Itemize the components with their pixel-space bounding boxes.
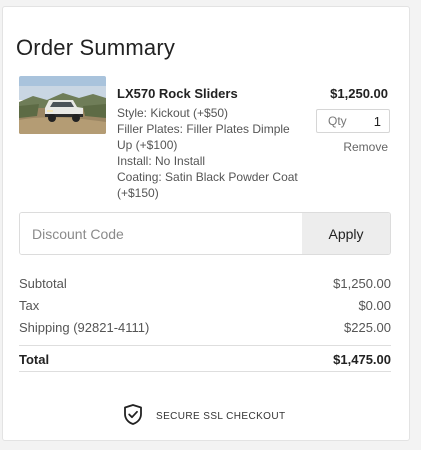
product-options: Style: Kickout (+$50) Filler Plates: Fil… [117,105,307,201]
subtotal-value: $1,250.00 [333,276,391,291]
secure-checkout-badge: SECURE SSL CHECKOUT [124,404,285,428]
option-coating: Coating: Satin Black Powder Coat (+$150) [117,170,298,200]
quantity-field[interactable]: Qty 1 [316,109,390,133]
tax-row: Tax $0.00 [19,298,391,313]
page-title: Order Summary [16,35,176,60]
quantity-value[interactable]: 1 [374,114,381,129]
remove-link[interactable]: Remove [343,140,388,154]
product-name: LX570 Rock Sliders [117,86,238,101]
total-row: Total $1,475.00 [19,352,391,367]
total-divider [19,371,391,372]
discount-code-input[interactable] [20,213,302,254]
product-price: $1,250.00 [330,86,388,101]
total-label: Total [19,352,50,367]
subtotal-row: Subtotal $1,250.00 [19,276,391,291]
order-summary-card: Order Summary LX570 Rock Sliders Style: … [2,6,410,441]
totals-divider [19,345,391,346]
option-style: Style: Kickout (+$50) [117,106,229,120]
apply-button[interactable]: Apply [302,213,390,254]
subtotal-label: Subtotal [19,276,67,291]
shipping-label: Shipping (92821-4111) [19,320,150,335]
shipping-row: Shipping (92821-4111) $225.00 [19,320,391,335]
discount-form: Apply [19,212,391,255]
option-install: Install: No Install [117,154,206,168]
shipping-value: $225.00 [344,320,391,335]
shield-check-icon [124,404,142,428]
quantity-label: Qty [328,114,347,128]
tax-value: $0.00 [358,298,391,313]
option-filler-plates: Filler Plates: Filler Plates Dimple Up (… [117,122,290,152]
total-value: $1,475.00 [333,352,391,367]
product-thumbnail [19,76,106,134]
secure-checkout-label: SECURE SSL CHECKOUT [156,410,286,422]
tax-label: Tax [19,298,40,313]
